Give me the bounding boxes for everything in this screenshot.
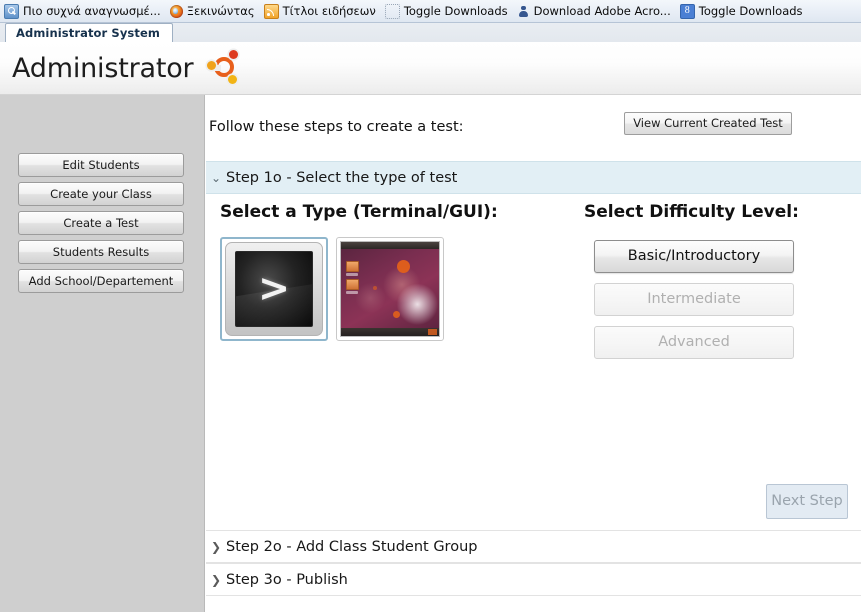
desktop-icon (346, 261, 359, 276)
ubuntu-dot-red (229, 50, 239, 59)
window-tab-strip: Administrator System (0, 23, 861, 43)
desktop-icon-caption (346, 291, 358, 294)
chevron-down-icon: ⌄ (210, 170, 222, 185)
sidebar-item-edit-students[interactable]: Edit Students (18, 153, 184, 177)
step-2-dash: - (286, 538, 292, 555)
google-box-icon: 8 (679, 3, 695, 19)
bookmark-download-adobe[interactable]: Download Adobe Acro... (517, 4, 671, 18)
difficulty-intermediate-button[interactable]: Intermediate (594, 283, 794, 316)
chevron-right-icon: ❯ (210, 539, 222, 554)
step-1-dash: - (286, 169, 292, 186)
type-option-terminal[interactable]: > (220, 237, 328, 341)
tab-administrator-system[interactable]: Administrator System (5, 23, 173, 42)
desktop-icon-glyph (346, 261, 359, 272)
terminal-screen: > (235, 251, 313, 327)
step-1-header[interactable]: ⌄ Step 1o - Select the type of test (206, 161, 861, 194)
bookmark-latest-headlines[interactable]: Τίτλοι ειδήσεων (263, 3, 376, 19)
bookmark-most-visited[interactable]: Πιο συχνά αναγνωσμέ... (4, 3, 161, 19)
ubuntu-desktop-thumbnail (340, 241, 440, 337)
desktop-icon (346, 279, 359, 294)
sidebar-item-create-a-test[interactable]: Create a Test (18, 211, 184, 235)
adobe-person-icon (517, 5, 530, 18)
step-3-title: Publish (296, 571, 348, 588)
bookmark-label: Πιο συχνά αναγνωσμέ... (23, 4, 161, 18)
tab-label: Administrator System (16, 26, 160, 40)
desktop-bottom-panel (341, 328, 439, 336)
bookmark-getting-started[interactable]: Ξεκινώντας (169, 4, 255, 18)
step-3-header[interactable]: ❯ Step 3o - Publish (206, 563, 861, 596)
step-2-title: Add Class Student Group (296, 538, 478, 555)
content-bottom-spacer (206, 596, 861, 612)
rss-feed-icon (263, 3, 279, 19)
step-1-title: Select the type of test (296, 169, 458, 186)
difficulty-advanced-button[interactable]: Advanced (594, 326, 794, 359)
step-2-header[interactable]: ❯ Step 2o - Add Class Student Group (206, 530, 861, 563)
application-window: Πιο συχνά αναγνωσμέ... Ξεκινώντας Τίτλοι… (0, 0, 861, 612)
bookmark-label: Τίτλοι ειδήσεων (282, 4, 376, 18)
wallpaper-dot (396, 260, 410, 274)
step-1-label: Step 1o - Select the type of test (226, 170, 457, 186)
sidebar-button-list: Edit Students Create your Class Create a… (18, 153, 184, 298)
desktop-icon-caption (346, 273, 358, 276)
firefox-icon (169, 4, 183, 18)
terminal-monitor-icon: > (225, 242, 323, 336)
bookmarks-toolbar: Πιο συχνά αναγνωσμέ... Ξεκινώντας Τίτλοι… (0, 0, 861, 23)
app-header: Administrator (0, 42, 861, 95)
desktop-wallpaper (341, 249, 439, 328)
view-current-created-test-button[interactable]: View Current Created Test (624, 112, 792, 135)
ubuntu-dot-yellow (228, 75, 238, 84)
step-3-dash: - (286, 571, 292, 588)
desktop-top-panel (341, 242, 439, 249)
bookmark-label: Toggle Downloads (698, 4, 803, 18)
chevron-right-icon: ❯ (210, 572, 222, 587)
step-1-body: Select a Type (Terminal/GUI): Select Dif… (206, 194, 861, 530)
bookmark-label: Toggle Downloads (403, 4, 508, 18)
type-option-gui[interactable] (336, 237, 444, 341)
sidebar-item-create-your-class[interactable]: Create your Class (18, 182, 184, 206)
most-visited-icon (4, 3, 19, 19)
select-difficulty-title: Select Difficulty Level: (584, 202, 799, 222)
ubuntu-ring (212, 57, 235, 77)
sidebar-item-add-school-departement[interactable]: Add School/Departement (18, 269, 184, 293)
main-content: Follow these steps to create a test: Vie… (206, 95, 861, 612)
bookmark-toggle-downloads-1[interactable]: Toggle Downloads (384, 3, 508, 19)
wallpaper-dot (392, 311, 400, 319)
step-2-number: Step 2o (226, 538, 282, 555)
next-step-button[interactable]: Next Step (766, 484, 848, 519)
bookmark-label: Ξεκινώντας (186, 4, 255, 18)
desktop-icon-glyph (346, 279, 359, 290)
difficulty-basic-button[interactable]: Basic/Introductory (594, 240, 794, 273)
ubuntu-logo-icon (207, 50, 241, 84)
step-2-label: Step 2o - Add Class Student Group (226, 539, 477, 555)
intro-row: Follow these steps to create a test: Vie… (206, 95, 861, 161)
wallpaper-dot (373, 286, 378, 291)
dotted-placeholder-icon (384, 3, 400, 19)
step-3-number: Step 3o (226, 571, 282, 588)
step-1-number: Step 1o (226, 169, 282, 186)
bookmark-label: Download Adobe Acro... (533, 4, 671, 18)
sidebar: Edit Students Create your Class Create a… (0, 95, 205, 612)
step-3-label: Step 3o - Publish (226, 572, 348, 588)
terminal-prompt-glyph: > (258, 266, 290, 311)
page-title: Administrator (12, 52, 194, 84)
sidebar-item-students-results[interactable]: Students Results (18, 240, 184, 264)
intro-text: Follow these steps to create a test: (209, 119, 464, 135)
select-type-title: Select a Type (Terminal/GUI): (220, 202, 498, 222)
bookmark-toggle-downloads-2[interactable]: 8 Toggle Downloads (679, 3, 803, 19)
